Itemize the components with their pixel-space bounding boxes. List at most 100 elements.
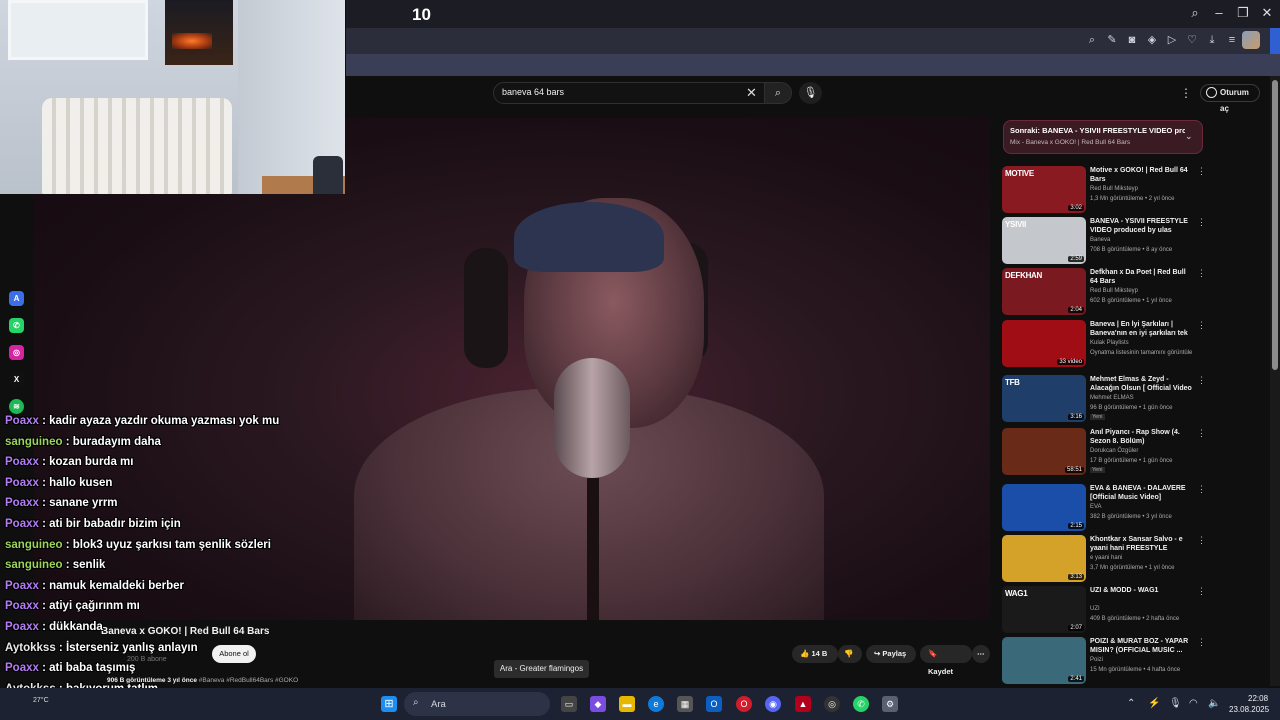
video-thumbnail[interactable]: WAG1 2:07 bbox=[1002, 586, 1086, 633]
more-vert-icon[interactable]: ⋮ bbox=[1197, 268, 1206, 279]
app-icon[interactable]: A bbox=[9, 291, 24, 306]
channel-name[interactable]: Baneva bbox=[1090, 237, 1110, 243]
more-vert-icon[interactable]: ⋮ bbox=[1197, 217, 1206, 228]
more-vert-icon[interactable]: ⋮ bbox=[1197, 428, 1206, 439]
recommendation-item[interactable]: WAG1 2:07 UZI & MODD - WAG1 UZI 409 B görünt… bbox=[1002, 586, 1206, 636]
channel-name[interactable]: UZI bbox=[1090, 606, 1100, 612]
recommendation-item[interactable]: 58:51 Anıl Piyancı - Rap Show (4. Sezon 8… bbox=[1002, 428, 1206, 478]
video-thumbnail[interactable]: YSIVII 2:59 bbox=[1002, 217, 1086, 264]
menu-icon[interactable]: ≡ bbox=[1224, 32, 1240, 48]
channel-name[interactable]: Red Bull Miksteyp bbox=[1090, 288, 1138, 294]
minimize-icon[interactable]: – bbox=[1210, 4, 1228, 22]
clock-date[interactable]: 23.08.2025 bbox=[1229, 705, 1269, 714]
sidebar-toggle[interactable] bbox=[1270, 28, 1280, 54]
channel-name[interactable]: e yaani hani bbox=[1090, 555, 1122, 561]
dislike-button[interactable]: 👎 bbox=[838, 645, 862, 663]
camera-icon[interactable]: ◙ bbox=[1124, 32, 1140, 48]
clock-time[interactable]: 22:08 bbox=[1248, 694, 1268, 703]
recommendation-title[interactable]: Defkhan x Da Poet | Red Bull 64 Bars bbox=[1090, 268, 1194, 286]
video-thumbnail[interactable]: 3:13 bbox=[1002, 535, 1086, 582]
play-icon[interactable]: ▷ bbox=[1164, 32, 1180, 48]
video-thumbnail[interactable]: DEFKHAN 2:04 bbox=[1002, 268, 1086, 315]
shield-icon[interactable]: ◈ bbox=[1144, 32, 1160, 48]
close-icon[interactable]: ✕ bbox=[1258, 4, 1276, 22]
more-vert-icon[interactable]: ⋮ bbox=[1197, 320, 1206, 331]
recommendation-item[interactable]: 2:41 POIZI & MURAT BOZ - YAPAR MISIN? (OF… bbox=[1002, 637, 1206, 687]
more-vert-icon[interactable]: ⋮ bbox=[1197, 375, 1206, 386]
recommendation-title[interactable]: EVA & BANEVA - DALAVERE [Official Music … bbox=[1090, 484, 1194, 502]
video-thumbnail[interactable]: 2:41 bbox=[1002, 637, 1086, 684]
recommendation-title[interactable]: Khontkar x Sansar Salvo - e yaani hani F… bbox=[1090, 535, 1194, 553]
heart-icon[interactable]: ♡ bbox=[1184, 32, 1200, 48]
channel-name[interactable]: Mehmet ELMAS bbox=[1090, 395, 1134, 401]
profile-avatar[interactable] bbox=[1242, 31, 1260, 49]
download-icon[interactable]: ⤓ bbox=[1204, 32, 1220, 48]
more-actions-button[interactable]: ⋯ bbox=[972, 645, 990, 663]
more-vert-icon[interactable]: ⋮ bbox=[1197, 586, 1206, 597]
video-thumbnail[interactable]: 2:15 bbox=[1002, 484, 1086, 531]
video-thumbnail[interactable]: MOTIVE 3:02 bbox=[1002, 166, 1086, 213]
like-button[interactable]: 👍 14 B bbox=[792, 645, 838, 663]
video-thumbnail[interactable]: 58:51 bbox=[1002, 428, 1086, 475]
recommendation-item[interactable]: YSIVII 2:59 BANEVA - YSIVII FREESTYLE VIDE… bbox=[1002, 217, 1206, 267]
taskbar-search[interactable] bbox=[404, 692, 550, 716]
recommendation-title[interactable]: Mehmet Elmas & Zeyd - Alacağın Olsun [ O… bbox=[1090, 375, 1194, 393]
recommendation-item[interactable]: TFB 3:16 Mehmet Elmas & Zeyd - Alacağın Ol… bbox=[1002, 375, 1206, 425]
search-button[interactable]: ⌕ bbox=[764, 82, 792, 104]
recommendation-title[interactable]: Motive x GOKO! | Red Bull 64 Bars bbox=[1090, 166, 1194, 184]
video-thumbnail[interactable]: TFB 3:16 bbox=[1002, 375, 1086, 422]
channel-name[interactable]: Poizi bbox=[1090, 657, 1103, 663]
edge-icon[interactable]: e bbox=[648, 696, 664, 712]
recommendation-title[interactable]: Baneva | En İyi Şarkıları | Baneva'nın e… bbox=[1090, 320, 1194, 338]
more-vert-icon[interactable]: ⋮ bbox=[1197, 535, 1206, 546]
more-vert-icon[interactable]: ⋮ bbox=[1197, 637, 1206, 648]
recommendation-item[interactable]: 33 video Baneva | En İyi Şarkıları | Bane… bbox=[1002, 320, 1206, 370]
spotify-icon[interactable]: ≋ bbox=[9, 399, 24, 414]
chevron-up-icon[interactable]: ⌃ bbox=[1127, 698, 1135, 709]
folder-icon[interactable]: ▬ bbox=[619, 696, 635, 712]
more-vert-icon[interactable]: ⋮ bbox=[1180, 86, 1192, 100]
more-vert-icon[interactable]: ⋮ bbox=[1197, 484, 1206, 495]
app-icon-red[interactable]: ▲ bbox=[795, 696, 811, 712]
more-vert-icon[interactable]: ⋮ bbox=[1197, 166, 1206, 177]
copilot-icon[interactable]: ◆ bbox=[590, 696, 606, 712]
zoom-icon[interactable]: ⌕ bbox=[1084, 32, 1100, 48]
network-icon[interactable]: ⚡ bbox=[1148, 698, 1160, 709]
restore-icon[interactable]: ❐ bbox=[1234, 4, 1252, 22]
subscribe-button[interactable]: Abone ol bbox=[212, 645, 256, 663]
share-button[interactable]: ↪ Paylaş bbox=[866, 645, 916, 663]
recommendation-title[interactable]: Anıl Piyancı - Rap Show (4. Sezon 8. Böl… bbox=[1090, 428, 1194, 446]
recommendation-item[interactable]: 2:15 EVA & BANEVA - DALAVERE [Official Mu… bbox=[1002, 484, 1206, 534]
recommendation-item[interactable]: DEFKHAN 2:04 Defkhan x Da Poet | Red Bull … bbox=[1002, 268, 1206, 318]
channel-name[interactable]: Dorukcan Özgüler bbox=[1090, 448, 1138, 454]
outlook-icon[interactable]: O bbox=[706, 696, 722, 712]
save-button[interactable]: 🔖 Kaydet bbox=[920, 645, 972, 676]
chevron-down-icon[interactable]: ⌄ bbox=[1185, 131, 1193, 142]
x-icon[interactable]: X bbox=[9, 372, 24, 387]
edit-icon[interactable]: ✎ bbox=[1104, 32, 1120, 48]
instagram-icon[interactable]: ◎ bbox=[9, 345, 24, 360]
channel-name[interactable]: Red Bull Miksteyp bbox=[1090, 186, 1138, 192]
volume-icon[interactable]: 🔈 bbox=[1208, 698, 1220, 709]
video-thumbnail[interactable]: 33 video bbox=[1002, 320, 1086, 367]
scrollbar-thumb[interactable] bbox=[1272, 80, 1278, 370]
mic-icon[interactable]: 🎙 bbox=[1169, 698, 1182, 709]
mic-icon[interactable]: 🎙 bbox=[799, 82, 822, 104]
discord-icon[interactable]: ◉ bbox=[765, 696, 781, 712]
store-icon[interactable]: ▦ bbox=[677, 696, 693, 712]
clear-icon[interactable]: ✕ bbox=[746, 85, 757, 101]
task-view-icon[interactable]: ▭ bbox=[561, 696, 577, 712]
game-icon[interactable]: ◎ bbox=[824, 696, 840, 712]
whatsapp-icon[interactable]: ✆ bbox=[853, 696, 869, 712]
channel-name[interactable]: Kulak Playlists bbox=[1090, 340, 1129, 346]
recommendation-item[interactable]: MOTIVE 3:02 Motive x GOKO! | Red Bull 64 B… bbox=[1002, 166, 1206, 216]
channel-name[interactable]: EVA bbox=[1090, 504, 1102, 510]
search-icon[interactable]: ⌕ bbox=[1186, 4, 1204, 22]
recommendation-title[interactable]: BANEVA - YSIVII FREESTYLE VIDEO produced… bbox=[1090, 217, 1194, 235]
whatsapp-icon[interactable]: ✆ bbox=[9, 318, 24, 333]
recommendation-title[interactable]: UZI & MODD - WAG1 bbox=[1090, 586, 1194, 595]
recommendation-title[interactable]: POIZI & MURAT BOZ - YAPAR MISIN? (OFFICI… bbox=[1090, 637, 1194, 655]
recommendation-item[interactable]: 3:13 Khontkar x Sansar Salvo - e yaani ha… bbox=[1002, 535, 1206, 585]
opera-icon[interactable]: O bbox=[736, 696, 752, 712]
start-icon[interactable]: ⊞ bbox=[381, 696, 397, 712]
